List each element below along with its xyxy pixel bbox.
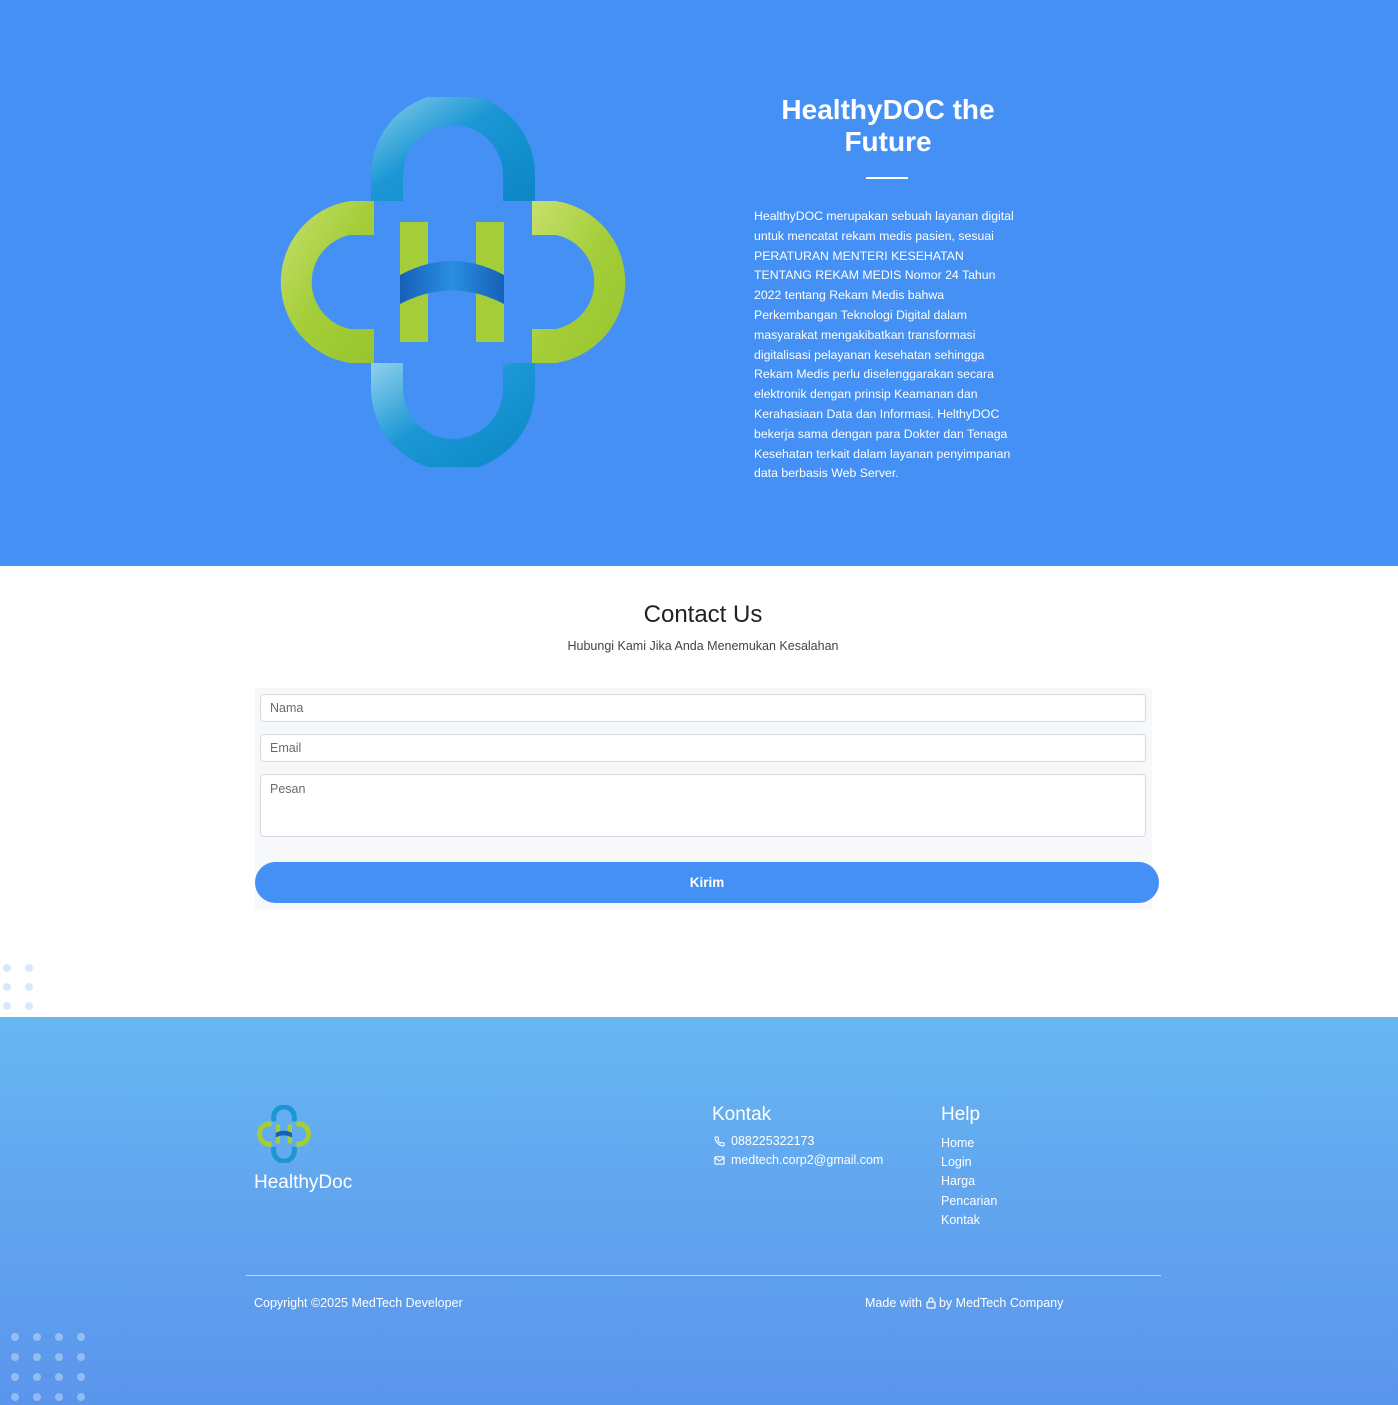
contact-email: medtech.corp2@gmail.com — [714, 1153, 883, 1167]
footer-brand-name: HealthyDoc — [254, 1172, 353, 1193]
name-input[interactable] — [260, 694, 1146, 722]
contact-subtitle: Hubungi Kami Jika Anda Menemukan Kesalah… — [567, 639, 839, 653]
made-with-credit: Made with by MedTech Company — [865, 1296, 1063, 1310]
hero-text-block: HealthyDOC the Future HealthyDOC merupak… — [754, 94, 1024, 484]
contact-title: Contact Us — [643, 601, 763, 628]
mail-icon — [714, 1155, 725, 1165]
help-link-harga[interactable]: Harga — [941, 1172, 997, 1191]
message-textarea[interactable] — [260, 774, 1146, 837]
hero-divider — [866, 177, 908, 179]
hero-section: HealthyDOC the Future HealthyDOC merupak… — [0, 0, 1398, 566]
copyright-text: Copyright ©2025 MedTech Developer — [254, 1296, 463, 1310]
healthydoc-logo-icon — [257, 1105, 311, 1163]
help-link-login[interactable]: Login — [941, 1153, 997, 1172]
hero-description: HealthyDOC merupakan sebuah layanan digi… — [754, 209, 1014, 481]
dot-pattern-decoration — [11, 1333, 85, 1401]
kontak-heading: Kontak — [712, 1104, 772, 1125]
help-link-pencarian[interactable]: Pencarian — [941, 1192, 997, 1211]
help-links: Home Login Harga Pencarian Kontak — [941, 1134, 997, 1230]
help-heading: Help — [941, 1104, 981, 1125]
help-link-kontak[interactable]: Kontak — [941, 1211, 997, 1230]
submit-button[interactable]: Kirim — [255, 862, 1159, 903]
help-link-home[interactable]: Home — [941, 1134, 997, 1153]
made-with-suffix: by MedTech Company — [938, 1296, 1064, 1310]
lock-icon — [926, 1297, 936, 1309]
footer-divider — [246, 1275, 1161, 1276]
footer — [0, 1017, 1398, 1405]
phone-icon — [714, 1135, 725, 1147]
made-with-prefix: Made with — [865, 1296, 922, 1310]
phone-number: 088225322173 — [731, 1134, 815, 1148]
contact-phone: 088225322173 — [714, 1134, 814, 1148]
email-address[interactable]: medtech.corp2@gmail.com — [731, 1153, 883, 1167]
email-input[interactable] — [260, 734, 1146, 762]
healthydoc-logo-icon — [280, 97, 626, 467]
hero-title: HealthyDOC the Future — [781, 94, 995, 157]
